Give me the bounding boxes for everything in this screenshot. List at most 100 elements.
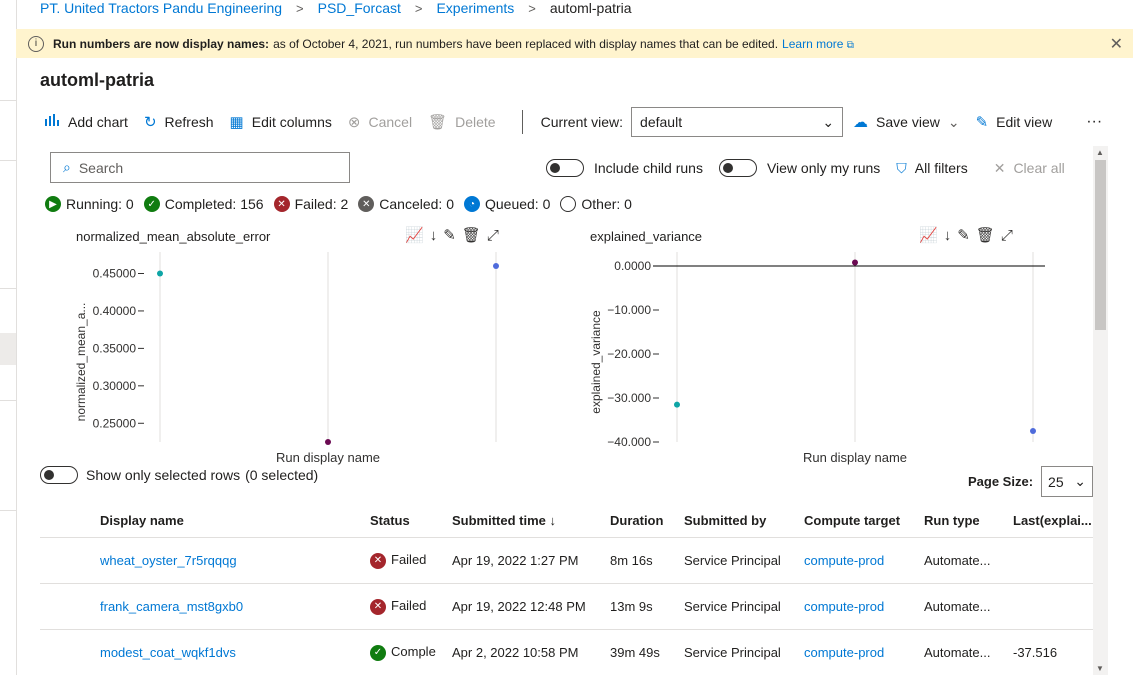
table-header: Display name Status Submitted time ↓ Dur… <box>40 503 1093 538</box>
banner-text: as of October 4, 2021, run numbers have … <box>273 36 779 51</box>
breadcrumb-workspace[interactable]: PT. United Tractors Pandu Engineering <box>40 0 282 16</box>
compute-target-link[interactable]: compute-prod <box>804 599 884 614</box>
include-child-runs-toggle[interactable] <box>546 159 584 177</box>
clear-all-button[interactable]: Clear all <box>1013 160 1064 176</box>
chevron-down-icon: ⌄ <box>822 113 835 130</box>
search-box[interactable]: ⌕ Search <box>50 152 350 183</box>
nav-divider <box>0 100 16 101</box>
y-tick-label: −40.000 <box>607 435 651 449</box>
filter-bar: Include child runs View only my runs ⛉ A… <box>546 159 1065 177</box>
table-row[interactable]: wheat_oyster_7r5rqqqg ✕ Failed Apr 19, 20… <box>40 537 1093 584</box>
status-failed[interactable]: ✕ Failed: 2 <box>273 196 349 212</box>
column-header[interactable]: Status <box>370 503 452 538</box>
current-view-dropdown[interactable]: default ⌄ <box>631 107 844 137</box>
show-selected-label: Show only selected rows <box>86 467 241 483</box>
compute-target-link[interactable]: compute-prod <box>804 553 884 568</box>
scroll-up-icon[interactable]: ▲ <box>1096 148 1104 157</box>
column-header[interactable]: Duration <box>610 503 684 538</box>
x-axis-label: Run display name <box>276 450 380 465</box>
select-column <box>40 503 100 538</box>
y-tick-label: 0.0000 <box>614 259 651 273</box>
compute-target-link[interactable]: compute-prod <box>804 645 884 660</box>
nav-divider <box>0 400 16 401</box>
breadcrumb-experiments[interactable]: Experiments <box>436 0 514 16</box>
table-row[interactable]: frank_camera_mst8gxb0 ✕ Failed Apr 19, 20… <box>40 583 1093 630</box>
refresh-button[interactable]: ↻ Refresh <box>144 113 214 131</box>
left-nav-rail <box>0 0 17 675</box>
scrollbar-thumb[interactable] <box>1095 160 1106 330</box>
row-select[interactable] <box>40 583 100 630</box>
row-select[interactable] <box>40 537 100 584</box>
column-header[interactable]: Display name <box>100 503 370 538</box>
table-row[interactable]: modest_coat_wqkf1dvs ✓ Comple Apr 2, 2022… <box>40 629 1093 675</box>
row-select[interactable] <box>40 629 100 675</box>
learn-more-link[interactable]: Learn more ⧉ <box>782 37 854 51</box>
x-icon: ✕ <box>370 552 386 569</box>
more-options-icon[interactable]: ··· <box>1086 113 1102 131</box>
edit-columns-button[interactable]: ▦ Edit columns <box>230 113 332 131</box>
add-chart-button[interactable]: Add chart <box>44 113 128 131</box>
current-view-value: default <box>640 114 683 130</box>
status-failed-label: Failed: 2 <box>294 196 349 212</box>
nav-divider <box>0 510 16 511</box>
run-name-link[interactable]: frank_camera_mst8gxb0 <box>100 599 243 614</box>
column-header[interactable]: Submitted by <box>684 503 804 538</box>
breadcrumb: PT. United Tractors Pandu Engineering > … <box>40 0 632 16</box>
page-size-dropdown[interactable]: 25 ⌄ <box>1041 466 1094 497</box>
breadcrumb-separator: > <box>296 0 304 16</box>
y-tick-label: −20.000 <box>607 347 651 361</box>
submitted-by: Service Principal <box>684 629 804 675</box>
external-link-icon: ⧉ <box>846 39 854 51</box>
save-view-button[interactable]: ☁ Save view ⌄ <box>853 113 960 132</box>
edit-view-label: Edit view <box>996 114 1053 130</box>
status-running[interactable]: ▶ Running: 0 <box>45 196 134 212</box>
y-tick-label: −30.000 <box>607 391 651 405</box>
cancel-button[interactable]: ⊗ Cancel <box>348 113 412 131</box>
x-icon: ✕ <box>370 598 386 615</box>
close-icon[interactable]: ✕ <box>1110 34 1123 54</box>
edit-view-button[interactable]: ✎ Edit view <box>976 113 1053 131</box>
run-name-link[interactable]: modest_coat_wqkf1dvs <box>100 645 236 660</box>
nav-selected-item[interactable] <box>0 333 16 365</box>
y-axis-label: explained_variance <box>589 310 603 414</box>
chart-nmae: normalized_mean_absolute_error 📈↓✎🗑⤢ 0.4… <box>40 222 530 466</box>
status-other[interactable]: Other: 0 <box>560 196 632 212</box>
duration: 13m 9s <box>610 583 684 630</box>
status-other-label: Other: 0 <box>581 196 632 212</box>
run-name-link[interactable]: wheat_oyster_7r5rqqqg <box>100 553 237 568</box>
current-view-label: Current view: <box>540 114 624 130</box>
run-status: Comple <box>391 644 436 660</box>
trash-icon: 🗑 <box>428 114 448 131</box>
submitted-by: Service Principal <box>684 583 804 630</box>
column-header[interactable]: Compute target <box>804 503 924 538</box>
y-tick-label: 0.25000 <box>93 416 137 430</box>
column-header[interactable]: Run type <box>924 503 1013 538</box>
column-header[interactable]: Submitted time ↓ <box>452 503 610 538</box>
data-point <box>157 270 163 277</box>
data-point <box>493 263 499 269</box>
runs-table: Display name Status Submitted time ↓ Dur… <box>40 503 1093 675</box>
run-status: Failed <box>391 598 427 614</box>
breadcrumb-current: automl-patria <box>549 0 632 16</box>
clear-all-icon: ✕ <box>993 159 1006 176</box>
vertical-scrollbar[interactable]: ▲ ▼ <box>1093 146 1108 675</box>
breadcrumb-project[interactable]: PSD_Forcast <box>318 0 401 16</box>
show-selected-toggle[interactable] <box>40 466 78 484</box>
delete-button[interactable]: 🗑 Delete <box>428 113 496 131</box>
chart-plot: 0.0000 −10.000 −20.000 −30.000 −40.000 Run di… <box>589 252 1045 465</box>
cloud-upload-icon: ☁ <box>853 114 869 131</box>
search-icon: ⌕ <box>63 159 71 175</box>
view-only-my-runs-label: View only my runs <box>766 160 881 176</box>
data-point <box>1030 428 1036 434</box>
chevron-down-icon: ⌄ <box>1074 473 1087 489</box>
status-completed[interactable]: ✓ Completed: 156 <box>143 196 264 212</box>
view-only-my-runs-toggle[interactable] <box>718 159 757 177</box>
all-filters-button[interactable]: All filters <box>915 160 968 176</box>
scroll-down-icon[interactable]: ▼ <box>1096 664 1104 673</box>
status-canceled[interactable]: ✕ Canceled: 0 <box>358 196 454 212</box>
data-point <box>674 401 680 408</box>
column-header[interactable]: Last(explai... <box>1013 503 1093 538</box>
submitted-time: Apr 19, 2022 12:48 PM <box>452 583 610 630</box>
status-queued[interactable]: ◔ Queued: 0 <box>463 196 550 212</box>
pencil-icon: ✎ <box>975 114 989 131</box>
